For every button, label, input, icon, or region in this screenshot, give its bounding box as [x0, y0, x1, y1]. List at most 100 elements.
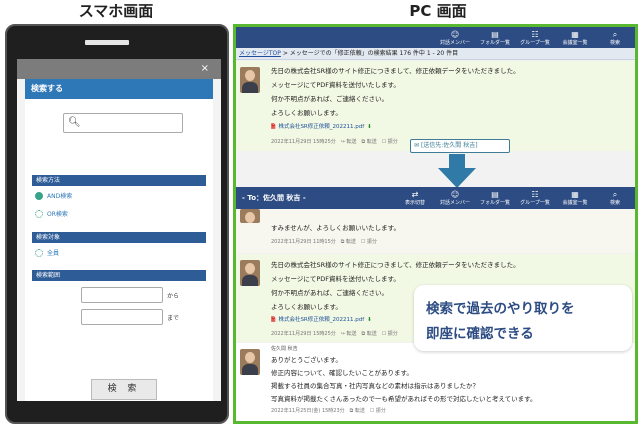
- attachment-name: 株式会社SR修正依頼_202211.pdf: [278, 124, 365, 130]
- toolbar-item-search[interactable]: ⌕ 検索: [595, 187, 635, 208]
- search-icon: ⌕: [612, 189, 618, 199]
- breadcrumb: メッセージTOP > メッセージでの「修正依頼」の検索結果 176 件中 1 -…: [236, 48, 635, 60]
- toolbar-label: グループ一覧: [520, 199, 550, 206]
- radio-selected-icon: [35, 191, 43, 200]
- download-icon[interactable]: ⬇︎: [367, 124, 372, 130]
- message-item: 佐久間 秋吉 ありがとうございます。 修正内容について、確認したいことがあります…: [236, 343, 635, 421]
- message-meta: 2022年11月29日 15時25分 ↪ 転送 ⧉ 転送 ☐ 振分: [271, 139, 398, 145]
- folder-icon: ▤: [491, 29, 499, 39]
- switch-icon: ⇄: [411, 189, 419, 199]
- down-arrow-icon: [438, 154, 476, 188]
- toolbar-item-room[interactable]: ▦ 会議室一覧: [555, 27, 595, 48]
- toolbar-label: 対話メンバー: [439, 39, 470, 46]
- breadcrumb-separator: >: [282, 50, 288, 57]
- search-icon: ⌕: [612, 29, 618, 39]
- message-line: 掲載する社員の集合写真・社内写真などの素材は指示はありましたか？: [271, 382, 479, 390]
- radio-unselected-icon: [35, 209, 43, 218]
- radio-all-members[interactable]: 全員: [35, 248, 59, 257]
- phone-screen: 検索する × 🔍︎ 検索方法 AND検索 OR検索 検索対象 全員 検索範囲 か…: [17, 59, 221, 401]
- toolbar-item-folder[interactable]: ▤ フォルダ一覧: [475, 27, 515, 48]
- section-search-method: 検索方法: [32, 175, 206, 186]
- pdf-attachment-link[interactable]: 🗎︎ 株式会社SR修正依頼_202211.pdf ⬇︎: [271, 122, 372, 132]
- date-to-input[interactable]: [81, 309, 163, 325]
- folder-icon: ▤: [491, 189, 499, 199]
- toolbar-item-search[interactable]: ⌕ 検索: [595, 27, 635, 48]
- message-line: よろしくお願いします。: [271, 109, 342, 117]
- toolbar-item-contact[interactable]: ☺ 対話メンバー: [435, 27, 475, 48]
- section-search-range: 検索範囲: [32, 270, 206, 281]
- toolbar-label: フォルダ一覧: [479, 199, 510, 206]
- toolbar-label: 会議室一覧: [562, 39, 588, 46]
- pc-screen-frame: ☺ 対話メンバー ▤ フォルダ一覧 ☷ グループ一覧 ▦ 会議室一覧 ⌕ 検索 メッセージTOP …: [233, 24, 638, 424]
- toolbar-item-switch[interactable]: ⇄ 表示切替: [395, 187, 435, 208]
- search-modal: 検索する × 🔍︎ 検索方法 AND検索 OR検索 検索対象 全員 検索範囲 か…: [25, 63, 213, 401]
- search-button[interactable]: 検 索: [91, 379, 157, 400]
- toolbar-label: 表示切替: [404, 199, 425, 206]
- avatar: [240, 260, 260, 286]
- dimmed-header: [17, 59, 221, 79]
- phone-speaker: [85, 40, 129, 45]
- download-icon[interactable]: ⬇︎: [367, 317, 372, 323]
- message-meta: 2022年11月29日 11時15分 ⧉ 転送 ☐ 振分: [271, 239, 377, 245]
- message-line: 何か不明点があれば、ご連絡ください。: [271, 289, 388, 297]
- message-meta: 2022年11月25日(金) 15時23分 ⧉ 転送 ☐ 振分: [271, 408, 386, 414]
- toolbar-item-group[interactable]: ☷ グループ一覧: [515, 187, 555, 208]
- date-to-label: まで: [167, 315, 180, 322]
- smartphone-frame: 検索する × 🔍︎ 検索方法 AND検索 OR検索 検索対象 全員 検索範囲 か…: [5, 24, 229, 424]
- message-line: よろしくお願いします。: [271, 303, 342, 311]
- toolbar-item-folder[interactable]: ▤ フォルダ一覧: [475, 187, 515, 208]
- radio-or-search[interactable]: OR検索: [35, 209, 68, 218]
- comparison-figure: スマホ画面 PC 画面 検索する × 🔍︎ 検索方法 AND検索 OR検索 検索…: [0, 0, 640, 426]
- pdf-attachment-link[interactable]: 🗎︎ 株式会社SR修正依頼_202211.pdf ⬇︎: [271, 315, 372, 325]
- smartphone-heading: スマホ画面: [78, 2, 154, 20]
- toolbar-label: 会議室一覧: [562, 199, 588, 206]
- toolbar-label: グループ一覧: [520, 39, 550, 46]
- radio-unselected-icon: [35, 248, 43, 257]
- keyword-search-input[interactable]: 🔍︎: [63, 113, 183, 133]
- avatar: [240, 349, 260, 375]
- date-from-label: から: [167, 293, 180, 300]
- section-search-target: 検索対象: [32, 232, 206, 243]
- date-from-input[interactable]: [81, 287, 163, 303]
- message-line: 何か不明点があれば、ご連絡ください。: [271, 95, 388, 103]
- message-line: 先日の株式会社SR様のサイト修正につきまして、修正依頼データをいただきました。: [271, 67, 520, 75]
- room-icon: ▦: [571, 189, 579, 199]
- radio-all-label: 全員: [47, 250, 60, 257]
- breadcrumb-top-link[interactable]: メッセージTOP: [239, 50, 281, 57]
- message-line: メッセージにてPDF資料を送付いたします。: [271, 275, 400, 283]
- toolbar-item-group[interactable]: ☷ グループ一覧: [515, 27, 555, 48]
- attachment-name: 株式会社SR修正依頼_202211.pdf: [278, 317, 365, 323]
- message-line: 先日の株式会社SR様のサイト修正につきまして、修正依頼データをいただきました。: [271, 261, 520, 269]
- message-item: すみませんが、よろしくお願いいたします。 2022年11月29日 11時15分 …: [236, 209, 635, 253]
- contact-icon: ☺: [450, 189, 460, 199]
- message-line: メッセージにてPDF資料を送付いたします。: [271, 81, 400, 89]
- breadcrumb-current: メッセージでの「修正依頼」の検索結果 176 件中 1 - 20 件目: [289, 50, 459, 57]
- search-icon: 🔍︎: [68, 117, 81, 128]
- toolbar-label: 対話メンバー: [439, 199, 470, 206]
- avatar: [240, 209, 260, 223]
- message-line: 写真資料が掲載たくさんあったので一も希望があればその形で対応したいと考えています…: [271, 395, 537, 403]
- contact-icon: ☺: [450, 29, 460, 39]
- pdf-icon: 🗎︎: [271, 317, 276, 323]
- destination-text: [送信先:佐久間 秋吉]: [420, 142, 478, 149]
- pc-heading: PC 画面: [409, 2, 467, 20]
- toolbar-item-contact[interactable]: ☺ 対話メンバー: [435, 187, 475, 208]
- close-icon[interactable]: ×: [201, 59, 209, 79]
- destination-tag: ✉︎ [送信先:佐久間 秋吉]: [410, 139, 510, 153]
- callout-box: 検索で過去のやり取りを 即座に確認できる: [414, 285, 632, 351]
- toolbar-item-room[interactable]: ▦ 会議室一覧: [555, 187, 595, 208]
- callout-line: 即座に確認できる: [426, 326, 534, 342]
- sender-name: 佐久間 秋吉: [271, 346, 298, 352]
- message-line: すみませんが、よろしくお願いいたします。: [271, 224, 401, 232]
- toolbar-label: フォルダ一覧: [479, 39, 510, 46]
- group-icon: ☷: [531, 29, 539, 39]
- chat-bubble-icon: ✉︎: [414, 142, 421, 149]
- top-toolbar: ☺ 対話メンバー ▤ フォルダ一覧 ☷ グループ一覧 ▦ 会議室一覧 ⌕ 検索: [236, 27, 635, 48]
- radio-and-label: AND検索: [47, 193, 73, 200]
- room-icon: ▦: [571, 29, 579, 39]
- message-line: ありがとうございます。: [271, 356, 342, 364]
- toolbar-label: 検索: [609, 199, 620, 206]
- message-item: 先日の株式会社SR様のサイト修正につきまして、修正依頼データをいただきました。 …: [236, 61, 635, 151]
- radio-and-search[interactable]: AND検索: [35, 191, 72, 200]
- toolbar-label: 検索: [609, 39, 620, 46]
